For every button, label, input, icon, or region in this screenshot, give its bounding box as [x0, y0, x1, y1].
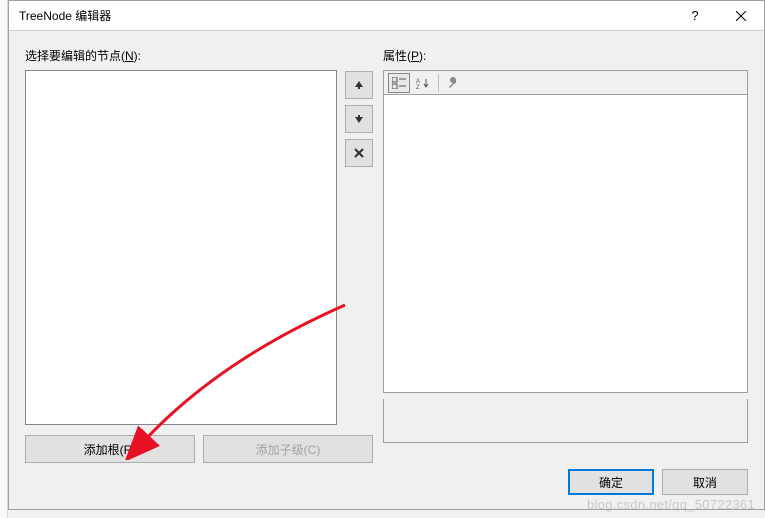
add-root-label: 添加根(R) — [84, 441, 137, 458]
titlebar-title: TreeNode 编辑器 — [19, 7, 672, 24]
cancel-label: 取消 — [693, 474, 717, 491]
tree-area — [25, 70, 373, 425]
add-child-button: 添加子级(C) — [203, 435, 373, 463]
label-accelerator: N — [125, 49, 134, 63]
property-grid[interactable] — [383, 94, 748, 393]
label-prefix: 选择要编辑的节点( — [25, 49, 125, 63]
property-description-box — [383, 399, 748, 443]
properties-label: 属性(P): — [383, 47, 748, 64]
prop-label-suffix: ): — [419, 49, 426, 63]
property-pages-button[interactable] — [443, 73, 465, 93]
add-root-button[interactable]: 添加根(R) — [25, 435, 195, 463]
ok-button[interactable]: 确定 — [568, 469, 654, 495]
right-panel: 属性(P): A Z — [383, 47, 748, 443]
background-strip — [0, 0, 8, 518]
property-toolbar: A Z — [383, 70, 748, 94]
close-button[interactable] — [718, 1, 764, 31]
delete-button[interactable] — [345, 139, 373, 167]
add-child-label: 添加子级(C) — [256, 441, 321, 458]
alphabetical-view-button[interactable]: A Z — [412, 73, 434, 93]
toolbar-separator — [438, 74, 439, 92]
move-down-button[interactable] — [345, 105, 373, 133]
close-icon — [736, 11, 746, 21]
categorized-icon — [392, 77, 406, 89]
arrow-up-icon — [354, 80, 364, 90]
svg-text:Z: Z — [416, 85, 420, 89]
delete-x-icon — [353, 147, 365, 159]
categorized-view-button[interactable] — [388, 73, 410, 93]
add-buttons-row: 添加根(R) 添加子级(C) — [25, 435, 373, 463]
treenode-editor-dialog: TreeNode 编辑器 ? 选择要编辑的节点(N): — [8, 0, 765, 510]
ok-label: 确定 — [599, 474, 623, 491]
cancel-button[interactable]: 取消 — [662, 469, 748, 495]
move-up-button[interactable] — [345, 71, 373, 99]
content-area: 选择要编辑的节点(N): — [9, 31, 764, 459]
alphabetical-icon: A Z — [416, 77, 430, 89]
dialog-buttons: 确定 取消 — [568, 469, 748, 495]
titlebar: TreeNode 编辑器 ? — [9, 1, 764, 31]
arrow-down-icon — [354, 114, 364, 124]
label-suffix: ): — [134, 49, 141, 63]
left-panel: 选择要编辑的节点(N): — [25, 47, 373, 443]
tree-listbox[interactable] — [25, 70, 337, 425]
wrench-icon — [447, 77, 461, 89]
help-button[interactable]: ? — [672, 1, 718, 31]
tree-action-buttons — [345, 70, 373, 425]
prop-label-prefix: 属性( — [383, 49, 411, 63]
prop-label-accelerator: P — [411, 49, 419, 63]
select-node-label: 选择要编辑的节点(N): — [25, 47, 373, 64]
